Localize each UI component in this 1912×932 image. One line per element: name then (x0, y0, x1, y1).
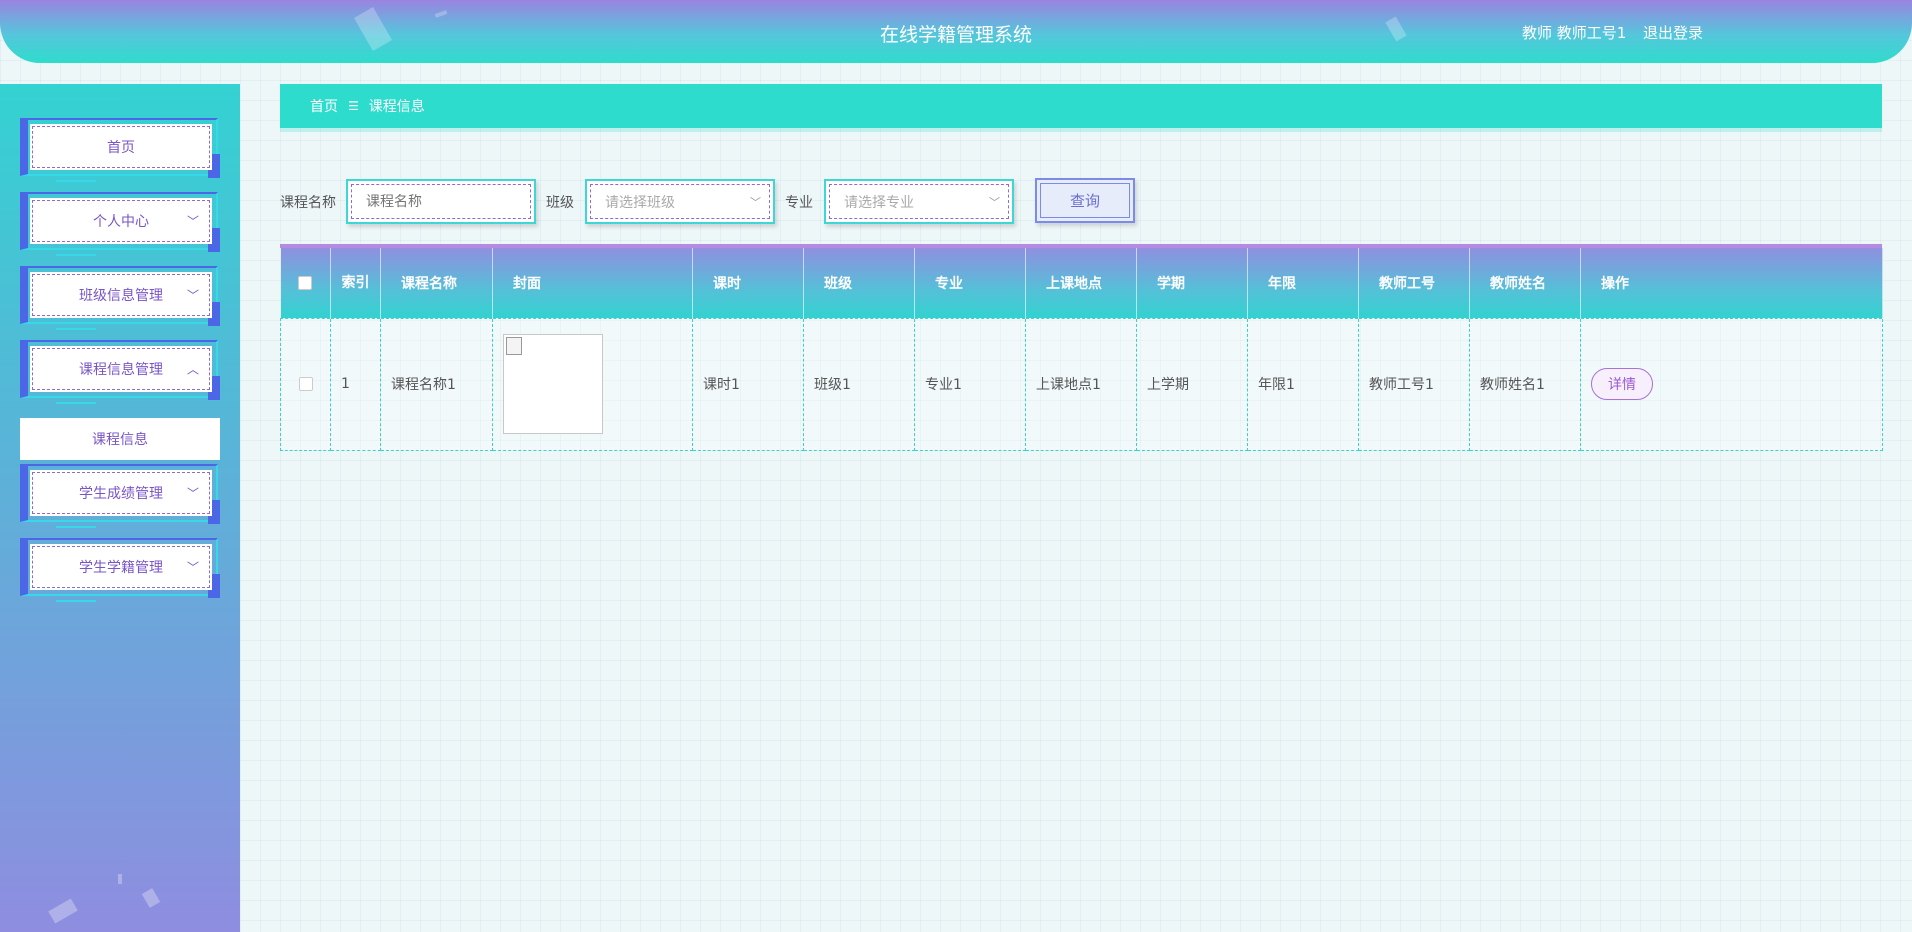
cell-index: 1 (330, 317, 381, 451)
query-button[interactable]: 查询 (1035, 178, 1135, 223)
detail-button[interactable]: 详情 (1591, 368, 1653, 400)
sidebar-item-frame: 课程信息管理 ︿ (30, 346, 212, 392)
course-name-frame (351, 184, 531, 219)
cell-teacher-id: 教师工号1 (1358, 317, 1470, 451)
header-index: 索引 (330, 248, 381, 318)
class-select-frame: 请选择班级 ﹀ (590, 184, 770, 219)
sidebar: 首页 个人中心 ﹀ 班级信息管理 ﹀ 课程信息管理 ︿ 课程信息 学生成绩管理 … (0, 84, 240, 932)
sidebar-item-label: 班级信息管理 (79, 288, 163, 304)
sidebar-item-course-management[interactable]: 课程信息管理 ︿ (20, 340, 220, 404)
chevron-down-icon: ﹀ (186, 214, 199, 229)
chevron-down-icon: ﹀ (186, 288, 199, 303)
header-duration: 年限 (1247, 248, 1359, 318)
sidebar-item-home[interactable]: 首页 (20, 118, 220, 182)
major-select-placeholder: 请选择专业 (844, 194, 914, 211)
sidebar-item-label: 学生成绩管理 (79, 486, 163, 502)
header-decoration (434, 10, 448, 18)
current-user: 教师 教师工号1 (1522, 24, 1627, 42)
query-button-frame: 查询 (1040, 183, 1130, 218)
header-semester: 学期 (1136, 248, 1248, 318)
course-name-label: 课程名称 (280, 195, 336, 211)
class-select-placeholder: 请选择班级 (605, 194, 675, 211)
submenu-item-course-info[interactable]: 课程信息 (20, 418, 220, 460)
header-course-name: 课程名称 (380, 248, 493, 318)
cell-hours: 课时1 (692, 317, 804, 451)
course-name-field (346, 179, 536, 224)
cell-semester: 上学期 (1136, 317, 1248, 451)
major-select[interactable]: 请选择专业 ﹀ (824, 179, 1014, 224)
header-teacher-name: 教师姓名 (1469, 248, 1581, 318)
cell-teacher-name: 教师姓名1 (1469, 317, 1581, 451)
sidebar-item-frame: 首页 (30, 124, 212, 170)
sidebar-item-grade-management[interactable]: 学生成绩管理 ﹀ (20, 464, 220, 528)
sidebar-item-frame: 个人中心 ﹀ (30, 198, 212, 244)
course-table-grid: 索引 课程名称 封面 课时 班级 专业 上课地点 学期 年限 教师工号 教师姓名… (280, 248, 1883, 451)
sidebar-item-frame: 班级信息管理 ﹀ (30, 272, 212, 318)
cell-cover (492, 317, 693, 451)
chevron-down-icon: ﹀ (186, 486, 199, 501)
class-label: 班级 (546, 195, 574, 211)
header-major: 专业 (914, 248, 1026, 318)
table-row: 1 课程名称1 课时1 班级1 专业1 上课地点1 上学期 年限1 教师工号1 … (280, 317, 1883, 451)
chevron-up-icon: ︿ (186, 362, 199, 377)
header-hours: 课时 (692, 248, 804, 318)
sidebar-item-class-management[interactable]: 班级信息管理 ﹀ (20, 266, 220, 330)
header-location: 上课地点 (1025, 248, 1137, 318)
sidebar-item-label: 学生学籍管理 (79, 560, 163, 576)
cell-major: 专业1 (914, 317, 1026, 451)
cover-image (503, 334, 603, 434)
cell-actions: 详情 (1580, 317, 1883, 451)
sidebar-item-label: 首页 (107, 140, 135, 156)
sidebar-decoration (118, 874, 122, 884)
header-actions: 操作 (1580, 248, 1883, 318)
logout-link[interactable]: 退出登录 (1643, 22, 1703, 43)
row-select-cell (280, 317, 331, 451)
sidebar-item-frame: 学生成绩管理 ﹀ (30, 470, 212, 516)
sidebar-item-status-management[interactable]: 学生学籍管理 ﹀ (20, 538, 220, 602)
cell-class: 班级1 (803, 317, 915, 451)
class-select[interactable]: 请选择班级 ﹀ (585, 179, 775, 224)
select-all-header (280, 248, 331, 318)
sidebar-decoration (48, 898, 78, 924)
top-header: 在线学籍管理系统 教师 教师工号1 退出登录 (0, 0, 1912, 63)
sidebar-decoration (141, 888, 161, 908)
sidebar-item-personal-center[interactable]: 个人中心 ﹀ (20, 192, 220, 256)
sidebar-item-label: 课程信息管理 (79, 362, 163, 378)
chevron-down-icon: ﹀ (186, 560, 199, 575)
header-teacher-id: 教师工号 (1358, 248, 1470, 318)
cell-course-name: 课程名称1 (380, 317, 493, 451)
cell-duration: 年限1 (1247, 317, 1359, 451)
cell-location: 上课地点1 (1025, 317, 1137, 451)
chevron-down-icon: ﹀ (750, 195, 761, 209)
breadcrumb-current: 课程信息 (368, 99, 425, 115)
menu-icon: ☰ (348, 99, 359, 113)
course-table: 索引 课程名称 封面 课时 班级 专业 上课地点 学期 年限 教师工号 教师姓名… (280, 244, 1883, 451)
major-select-frame: 请选择专业 ﹀ (829, 184, 1009, 219)
sidebar-item-frame: 学生学籍管理 ﹀ (30, 544, 212, 590)
select-all-checkbox[interactable] (298, 275, 313, 290)
course-name-input[interactable] (366, 193, 530, 210)
chevron-down-icon: ﹀ (989, 195, 1000, 209)
sidebar-item-label: 个人中心 (93, 214, 149, 230)
breadcrumb-home[interactable]: 首页 (310, 96, 338, 116)
query-button-label: 查询 (1069, 192, 1100, 210)
row-checkbox[interactable] (298, 377, 313, 391)
major-label: 专业 (785, 195, 813, 211)
header-cover: 封面 (492, 248, 693, 318)
breadcrumb: 首页 ☰ 课程信息 (280, 84, 1882, 128)
header-class: 班级 (803, 248, 915, 318)
table-header-row: 索引 课程名称 封面 课时 班级 专业 上课地点 学期 年限 教师工号 教师姓名… (280, 248, 1883, 318)
